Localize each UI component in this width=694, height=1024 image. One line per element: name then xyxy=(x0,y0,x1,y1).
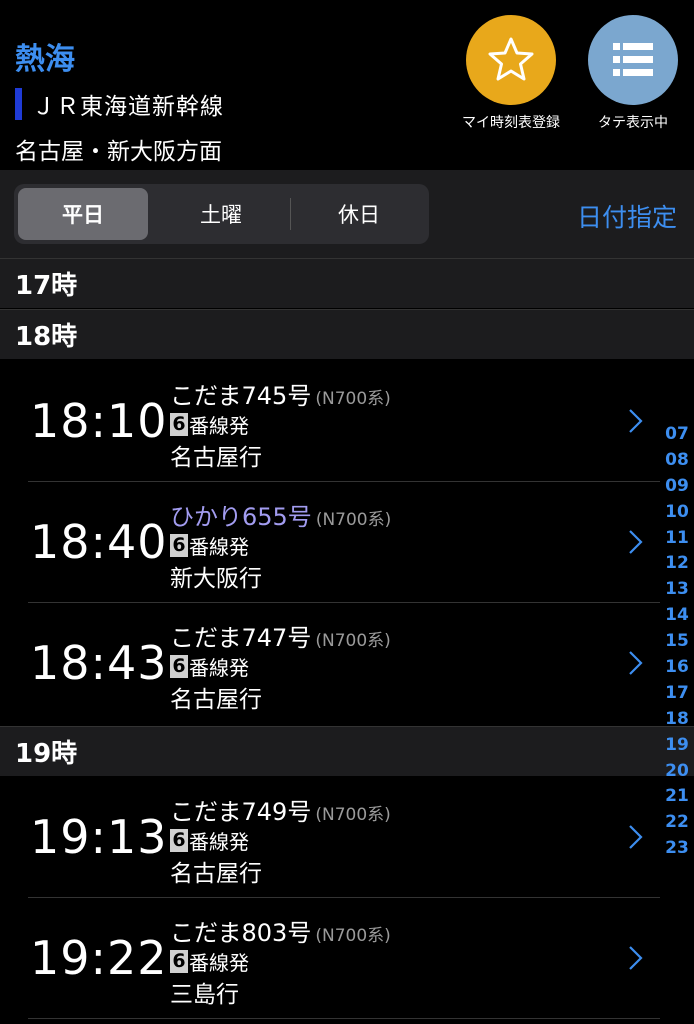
platform-suffix: 番線発 xyxy=(189,414,249,438)
hour-index-item[interactable]: 09 xyxy=(660,473,694,499)
vertical-view-label: タテ表示中 xyxy=(598,115,668,131)
train-name-text: こだま745号 xyxy=(170,382,312,410)
hour-index-item[interactable]: 17 xyxy=(660,680,694,706)
tab-saturday[interactable]: 土曜 xyxy=(156,188,286,240)
train-name: こだま747号 (N700系) xyxy=(170,618,391,653)
platform-number: 6 xyxy=(170,950,188,973)
day-type-bar: 平日 土曜 休日 日付指定 xyxy=(0,170,694,258)
station-name: 熱海 xyxy=(15,42,75,77)
train-type: (N700系) xyxy=(315,510,392,530)
train-name-text: こだま749号 xyxy=(170,798,312,826)
destination: 三島行 xyxy=(170,982,239,1008)
hour-index-item[interactable]: 10 xyxy=(660,499,694,525)
departure-time: 19:22 xyxy=(30,931,168,985)
line-name: ＪＲ東海道新幹線 xyxy=(32,94,224,120)
row-separator xyxy=(28,602,660,603)
vertical-view-button[interactable]: タテ表示中 xyxy=(578,15,688,132)
row-separator xyxy=(28,897,660,898)
tab-weekday[interactable]: 平日 xyxy=(18,188,148,240)
platform-info: 6 番線発 xyxy=(170,826,249,855)
chevron-right-icon xyxy=(629,825,643,849)
star-icon xyxy=(466,15,556,105)
hour-index: 07 08 09 10 11 12 13 14 15 16 17 18 19 2… xyxy=(660,421,694,861)
row-separator xyxy=(28,1018,660,1019)
destination: 名古屋行 xyxy=(170,445,262,471)
day-type-segmented-control: 平日 土曜 休日 xyxy=(14,184,429,244)
list-icon xyxy=(588,15,678,105)
hour-index-item[interactable]: 15 xyxy=(660,628,694,654)
hour-index-item[interactable]: 12 xyxy=(660,550,694,576)
platform-info: 6 番線発 xyxy=(170,531,249,560)
chevron-right-icon xyxy=(629,946,643,970)
train-type: (N700系) xyxy=(315,805,391,825)
destination: 名古屋行 xyxy=(170,861,262,887)
platform-info: 6 番線発 xyxy=(170,410,249,439)
line-color-bar xyxy=(15,88,22,120)
platform-info: 6 番線発 xyxy=(170,652,249,681)
platform-suffix: 番線発 xyxy=(189,951,249,975)
hour-index-item[interactable]: 23 xyxy=(660,835,694,861)
destination: 名古屋行 xyxy=(170,687,262,713)
platform-suffix: 番線発 xyxy=(189,656,249,680)
departure-time: 18:40 xyxy=(30,515,168,569)
hour-header-17[interactable]: 17時 xyxy=(0,258,694,308)
hour-index-item[interactable]: 21 xyxy=(660,783,694,809)
train-name-text: こだま747号 xyxy=(170,624,312,652)
date-select-button[interactable]: 日付指定 xyxy=(577,198,677,234)
hour-header-19[interactable]: 19時 xyxy=(0,726,694,776)
my-timetable-label: マイ時刻表登録 xyxy=(462,115,560,131)
train-name: ひかり655号 (N700系) xyxy=(170,497,391,532)
train-name: こだま745号 (N700系) xyxy=(170,376,391,411)
hour-index-item[interactable]: 18 xyxy=(660,706,694,732)
header: 熱海 ＪＲ東海道新幹線 名古屋・新大阪方面 マイ時刻表登録 タテ表示中 xyxy=(0,0,694,170)
destination: 新大阪行 xyxy=(170,566,262,592)
platform-number: 6 xyxy=(170,534,188,557)
train-name-text: ひかり655号 xyxy=(170,503,312,531)
hour-index-item[interactable]: 20 xyxy=(660,758,694,784)
hour-index-item[interactable]: 19 xyxy=(660,732,694,758)
hour-index-item[interactable]: 22 xyxy=(660,809,694,835)
platform-number: 6 xyxy=(170,829,188,852)
my-timetable-button[interactable]: マイ時刻表登録 xyxy=(456,15,566,132)
hour-index-item[interactable]: 14 xyxy=(660,602,694,628)
departure-time: 19:13 xyxy=(30,810,168,864)
segment-divider xyxy=(290,198,291,230)
platform-number: 6 xyxy=(170,655,188,678)
chevron-right-icon xyxy=(629,530,643,554)
platform-suffix: 番線発 xyxy=(189,535,249,559)
train-type: (N700系) xyxy=(315,631,391,651)
platform-suffix: 番線発 xyxy=(189,830,249,854)
direction-label: 名古屋・新大阪方面 xyxy=(15,139,222,165)
row-separator xyxy=(28,481,660,482)
train-row[interactable]: 19:22 こだま803号 (N700系) 6 番線発 三島行 xyxy=(0,899,660,1019)
hour-index-item[interactable]: 13 xyxy=(660,576,694,602)
hour-index-item[interactable]: 07 xyxy=(660,421,694,447)
tab-holiday[interactable]: 休日 xyxy=(294,188,424,240)
train-name: こだま749号 (N700系) xyxy=(170,792,391,827)
departure-time: 18:43 xyxy=(30,636,168,690)
train-type: (N700系) xyxy=(315,389,391,409)
hour-index-item[interactable]: 11 xyxy=(660,525,694,551)
train-name-text: こだま803号 xyxy=(170,919,312,947)
chevron-right-icon xyxy=(629,651,643,675)
train-row[interactable]: 18:43 こだま747号 (N700系) 6 番線発 名古屋行 xyxy=(0,604,660,724)
line-row: ＪＲ東海道新幹線 xyxy=(15,88,224,120)
train-row[interactable]: 19:13 こだま749号 (N700系) 6 番線発 名古屋行 xyxy=(0,778,660,898)
platform-number: 6 xyxy=(170,413,188,436)
chevron-right-icon xyxy=(629,409,643,433)
hour-header-18[interactable]: 18時 xyxy=(0,309,694,359)
train-row[interactable]: 18:10 こだま745号 (N700系) 6 番線発 名古屋行 xyxy=(0,362,660,482)
hour-index-item[interactable]: 08 xyxy=(660,447,694,473)
hour-index-item[interactable]: 16 xyxy=(660,654,694,680)
departure-time: 18:10 xyxy=(30,394,168,448)
train-row[interactable]: 18:40 ひかり655号 (N700系) 6 番線発 新大阪行 xyxy=(0,483,660,603)
platform-info: 6 番線発 xyxy=(170,947,249,976)
train-name: こだま803号 (N700系) xyxy=(170,913,391,948)
train-type: (N700系) xyxy=(315,926,391,946)
